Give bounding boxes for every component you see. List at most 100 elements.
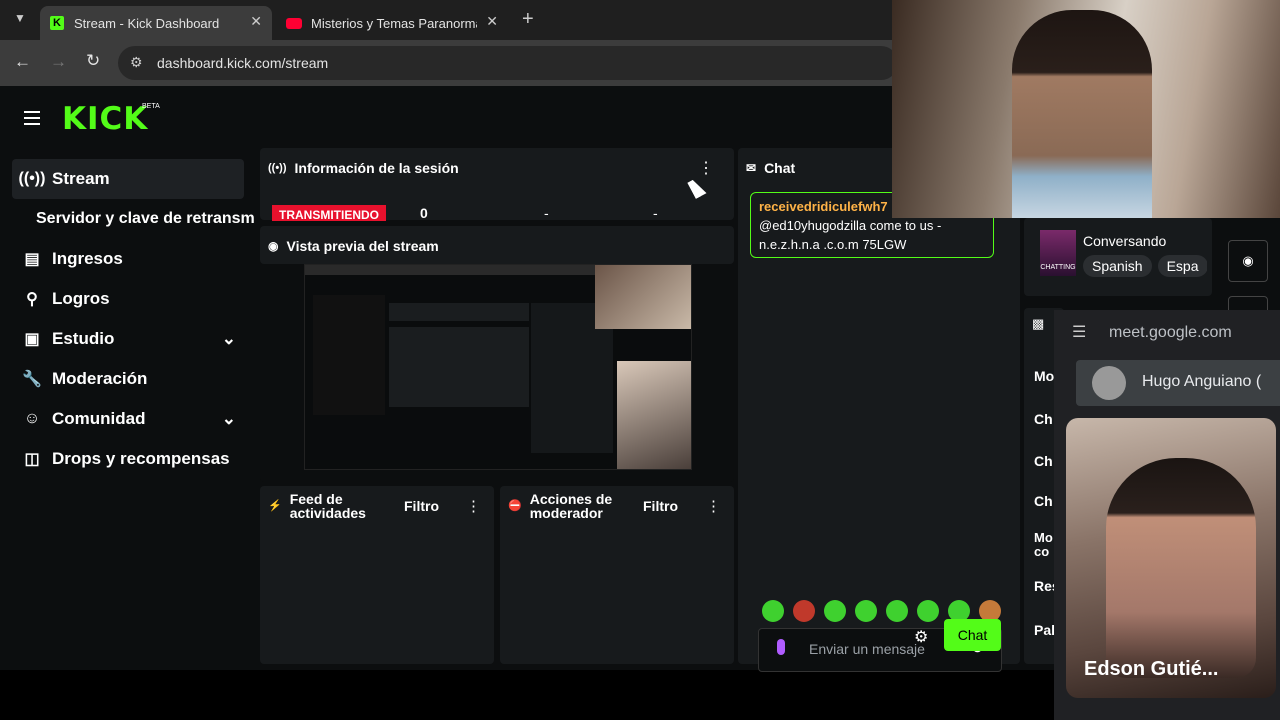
chat-text: n.e.z.h.n.a .c.o.m 75LGW bbox=[759, 237, 907, 252]
session-title: Información de la sesión bbox=[294, 160, 459, 176]
sidebar-label: Comunidad bbox=[52, 409, 146, 428]
chevron-down-icon[interactable]: ⌄ bbox=[222, 409, 236, 429]
feed-header: ⚡ Feed de actividades bbox=[268, 492, 380, 520]
back-arrow-icon[interactable]: ← bbox=[14, 52, 31, 72]
tag-pill[interactable]: Espa bbox=[1157, 255, 1207, 277]
row-label: Mo bbox=[1034, 368, 1055, 384]
tab-kick-dashboard[interactable]: K Stream - Kick Dashboard ✕ bbox=[40, 6, 272, 40]
emote-angel-icon[interactable] bbox=[762, 600, 784, 622]
live-status-badge: TRANSMITIENDO bbox=[272, 205, 386, 221]
shield-icon: ⛔ bbox=[508, 500, 522, 512]
stream-preview-video[interactable] bbox=[304, 264, 692, 470]
forward-arrow-icon[interactable]: → bbox=[50, 52, 67, 72]
chat-bubble-icon: ✉ bbox=[746, 161, 757, 175]
row-label: co bbox=[1034, 544, 1050, 559]
close-tab-icon[interactable]: ✕ bbox=[486, 13, 498, 30]
tab-title: Stream - Kick Dashboard bbox=[74, 15, 220, 31]
moderator-actions-panel: ⛔ Acciones de moderador Filtro ⋮ bbox=[500, 486, 734, 664]
webcam-overlay bbox=[892, 0, 1280, 218]
stream-preview-panel: ◉ Vista previa del stream bbox=[260, 226, 734, 482]
participant-tile-main[interactable]: Edson Gutié... bbox=[1066, 418, 1276, 698]
emote-happy-icon[interactable] bbox=[917, 600, 939, 622]
url-field[interactable]: ⚙ dashboard.kick.com/stream bbox=[118, 46, 898, 80]
chat-header: ✉ Chat bbox=[746, 160, 795, 176]
preview-title: Vista previa del stream bbox=[286, 238, 439, 254]
new-tab-icon[interactable]: + bbox=[522, 8, 534, 31]
sidebar-label: Logros bbox=[52, 289, 110, 308]
more-options-icon[interactable]: ⋮ bbox=[698, 158, 714, 178]
sidebar-label: Moderación bbox=[52, 369, 148, 388]
sidebar-label: Drops y recompensas bbox=[52, 449, 230, 468]
logo-text: KICK bbox=[62, 101, 149, 137]
community-icon: ☺ bbox=[23, 410, 41, 427]
clip-button[interactable]: ◉ bbox=[1228, 240, 1268, 282]
send-label: Chat bbox=[957, 627, 988, 643]
sidebar-item-comunidad[interactable]: ☺ Comunidad ⌄ bbox=[12, 399, 244, 439]
tag-pill[interactable]: Spanish bbox=[1083, 255, 1152, 277]
activity-feed-panel: ⚡ Feed de actividades Filtro ⋮ bbox=[260, 486, 494, 664]
close-tab-icon[interactable]: ✕ bbox=[250, 13, 262, 30]
more-options-icon[interactable]: ⋮ bbox=[706, 497, 721, 515]
row-label: Ch bbox=[1034, 453, 1053, 469]
tag-list: Spanish Espa bbox=[1083, 255, 1207, 277]
chat-panel: ✉ Chat receivedridiculefwh7 @ed10yhugodz… bbox=[738, 148, 1020, 672]
category-name[interactable]: Conversando bbox=[1083, 233, 1166, 249]
sidebar-item-moderacion[interactable]: 🔧 Moderación bbox=[12, 359, 244, 399]
browser-tab-bar: ▼ K Stream - Kick Dashboard ✕ Misterios … bbox=[0, 0, 892, 40]
modactions-title: Acciones de moderador bbox=[529, 491, 613, 521]
row-label: Ch bbox=[1034, 411, 1053, 427]
emote-angry-icon[interactable] bbox=[793, 600, 815, 622]
session-info-panel: ((•)) Información de la sesión ⋮ TRANSMI… bbox=[260, 148, 734, 221]
feed-filter-button[interactable]: Filtro bbox=[404, 498, 439, 514]
more-options-icon[interactable]: ⋮ bbox=[466, 497, 481, 515]
sidebar-item-server-key[interactable]: Servidor y clave de retransm bbox=[36, 199, 260, 239]
send-chat-button[interactable]: Chat bbox=[944, 619, 1001, 651]
chart-icon: ▤ bbox=[24, 251, 40, 268]
sidebar-item-logros[interactable]: ⚲ Logros bbox=[12, 279, 244, 319]
meet-settings-icon[interactable]: ☰ bbox=[1072, 322, 1086, 342]
video-icon: ▩ bbox=[1032, 316, 1045, 331]
kick-logo[interactable]: KICK BETA bbox=[62, 101, 160, 137]
chevron-down-icon[interactable]: ⌄ bbox=[222, 329, 236, 349]
sidebar-label: Ingresos bbox=[52, 249, 123, 268]
row-label: Ch bbox=[1034, 493, 1053, 509]
emote-eyes-icon[interactable] bbox=[886, 600, 908, 622]
modactions-filter-button[interactable]: Filtro bbox=[643, 498, 678, 514]
category-thumbnail[interactable]: CHATTING bbox=[1040, 230, 1076, 276]
lightning-icon: ⚡ bbox=[268, 500, 282, 512]
sidebar-item-drops[interactable]: ◫ Drops y recompensas bbox=[12, 439, 244, 479]
sidebar-item-ingresos[interactable]: ▤ Ingresos bbox=[12, 239, 244, 279]
chat-settings-gear-icon[interactable]: ⚙ bbox=[914, 627, 928, 647]
meet-domain: meet.google.com bbox=[1109, 324, 1232, 341]
google-meet-pip: ☰ meet.google.com Hugo Anguiano ( Edson … bbox=[1054, 310, 1280, 720]
row-label: Pal bbox=[1034, 622, 1056, 638]
preview-header: ◉ Vista previa del stream bbox=[268, 238, 439, 254]
site-info-icon[interactable]: ⚙ bbox=[130, 54, 143, 71]
webcam-person bbox=[1012, 10, 1152, 218]
broadcast-icon: ((•)) bbox=[18, 170, 46, 187]
tab-title: Misterios y Temas Paranormales bbox=[311, 15, 477, 31]
broadcast-icon: ((•)) bbox=[268, 162, 287, 174]
tab-youtube[interactable]: Misterios y Temas Paranormales ✕ bbox=[276, 6, 508, 40]
emote-glasses-icon[interactable] bbox=[824, 600, 846, 622]
participant-name: Hugo Anguiano ( bbox=[1142, 373, 1262, 390]
hamburger-menu-icon[interactable] bbox=[24, 111, 40, 125]
sidebar-item-stream[interactable]: ((•)) Stream bbox=[12, 159, 244, 199]
url-text: dashboard.kick.com/stream bbox=[157, 55, 329, 71]
sidebar-item-estudio[interactable]: ▣ Estudio ⌄ bbox=[12, 319, 244, 359]
camera-preview-icon: ◉ bbox=[268, 239, 279, 253]
thumb-label: CHATTING bbox=[1040, 264, 1076, 271]
viewer-count: 0 bbox=[420, 205, 428, 221]
sidebar-label: Estudio bbox=[52, 329, 115, 348]
microphone-icon[interactable] bbox=[777, 639, 785, 655]
browser-toolbar: ← → ↻ ⚙ dashboard.kick.com/stream bbox=[0, 40, 898, 86]
youtube-favicon-icon bbox=[286, 17, 302, 29]
participant-tile-top[interactable]: Hugo Anguiano ( bbox=[1076, 360, 1280, 406]
reload-icon[interactable]: ↻ bbox=[86, 51, 100, 71]
stream-info-panel: CHATTING Conversando Spanish Espa bbox=[1024, 218, 1212, 296]
gift-icon: ◫ bbox=[24, 451, 40, 468]
session-stat: - bbox=[544, 205, 549, 221]
emote-smile-icon[interactable] bbox=[855, 600, 877, 622]
row-label: Mo bbox=[1034, 530, 1053, 545]
tab-list-chevron-icon[interactable]: ▼ bbox=[14, 11, 26, 25]
